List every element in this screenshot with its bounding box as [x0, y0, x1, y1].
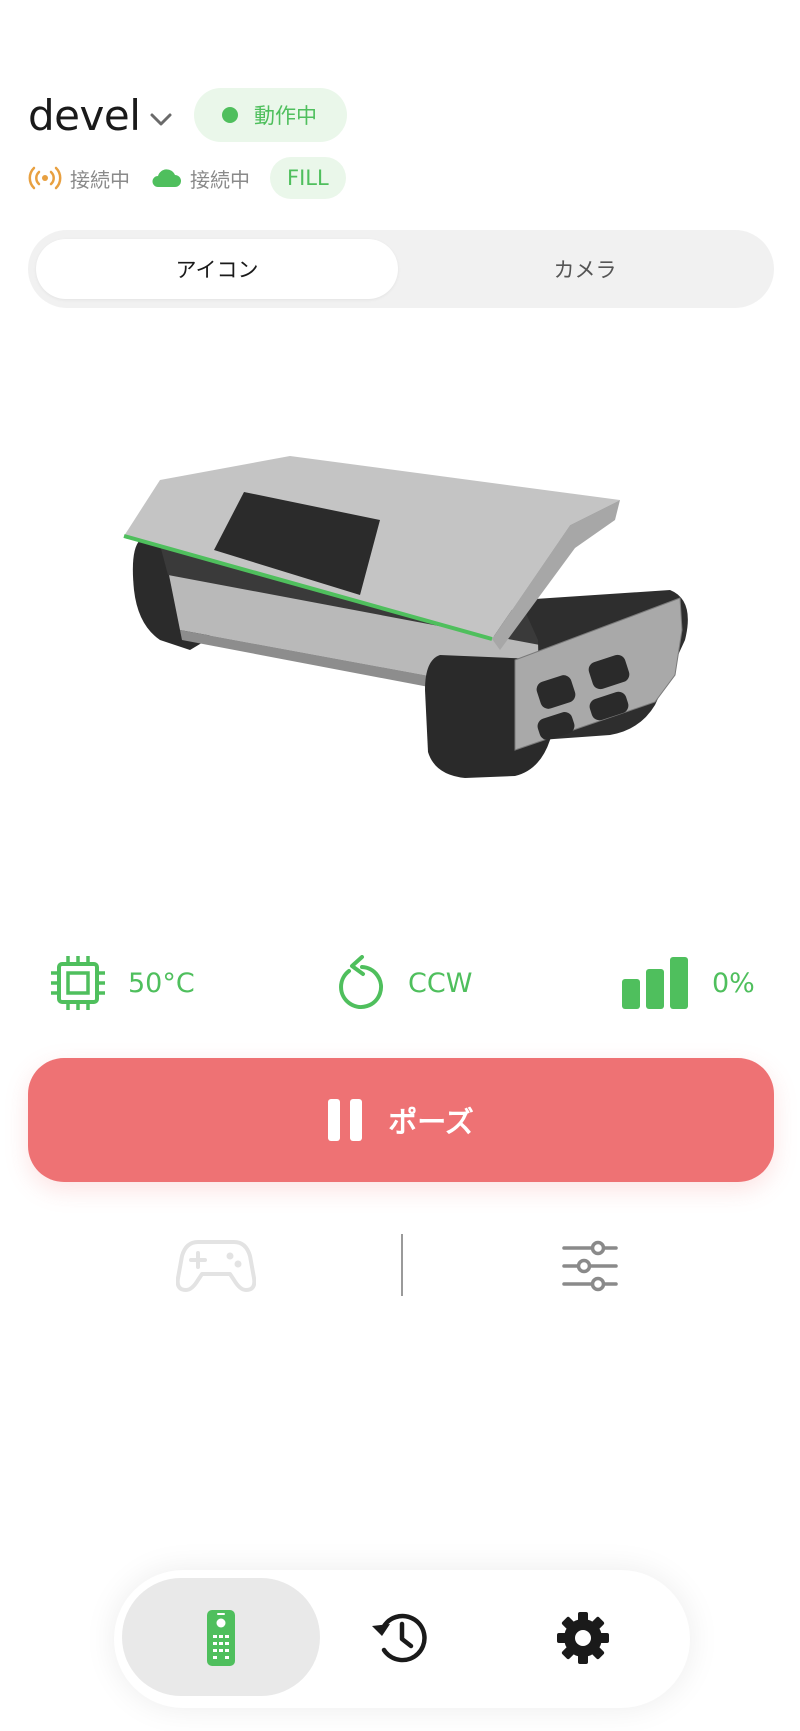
temperature-value: 50°C	[128, 967, 195, 999]
rotation-value: CCW	[408, 967, 473, 999]
cloud-icon	[152, 169, 181, 187]
mode-badge: FILL	[270, 157, 346, 199]
pause-label: ポーズ	[388, 1105, 474, 1139]
status-dot	[222, 107, 238, 123]
signal-bars-icon	[622, 957, 688, 1009]
level-value: 0%	[712, 967, 755, 999]
pause-button[interactable]: ポーズ	[28, 1058, 774, 1182]
status-label: 動作中	[254, 104, 317, 128]
history-icon[interactable]	[370, 1610, 430, 1666]
pause-icon	[328, 1099, 363, 1141]
device-name[interactable]: devel	[28, 88, 141, 144]
chevron-down-icon[interactable]	[148, 106, 174, 132]
device-connection-label: 接続中	[70, 167, 130, 192]
antenna-icon	[28, 166, 62, 190]
controls-divider	[401, 1234, 403, 1296]
level-stat: 0%	[620, 950, 755, 1016]
tab-icon-view[interactable]: アイコン	[36, 239, 398, 299]
cloud-connection-label: 接続中	[190, 167, 250, 192]
gear-icon[interactable]	[556, 1611, 610, 1665]
temperature-stat: 50°C	[50, 950, 195, 1016]
rotation-stat: CCW	[334, 950, 472, 1016]
sliders-icon[interactable]	[562, 1240, 618, 1292]
cpu-icon	[51, 956, 105, 1010]
rotate-ccw-icon	[339, 955, 384, 1009]
status-badge: 動作中	[194, 88, 347, 142]
robot-illustration	[123, 456, 688, 778]
connection-row: 接続中 接続中 FILL	[28, 157, 346, 199]
gamepad-icon[interactable]	[176, 1236, 256, 1294]
remote-icon	[207, 1610, 235, 1666]
tab-camera-view[interactable]: カメラ	[402, 239, 768, 299]
